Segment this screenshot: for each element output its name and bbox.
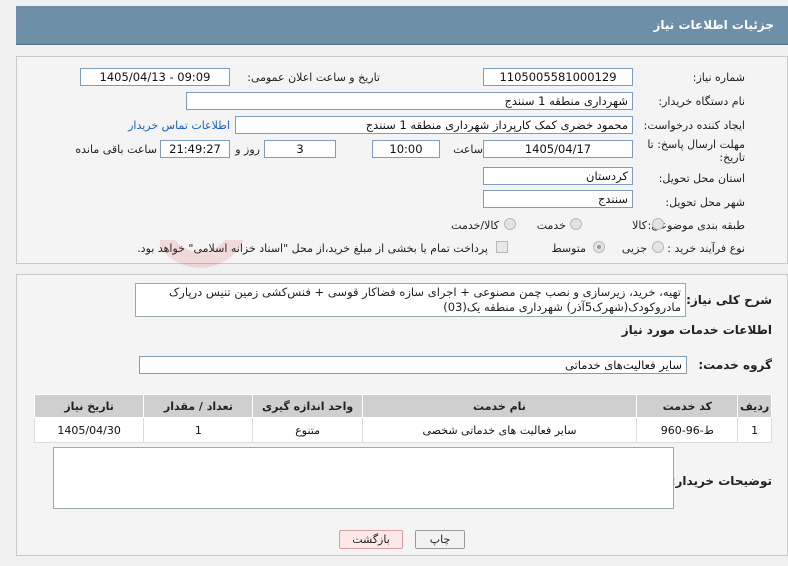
creator-label: ایجاد کننده درخواست: <box>643 119 745 132</box>
buyer-org-label: نام دستگاه خریدار: <box>658 95 745 108</box>
col-service-name: نام خدمت <box>361 394 638 418</box>
summary-textarea[interactable]: تهیه، خرید، زیرسازی و نصب چمن مصنوعی + ا… <box>135 283 686 317</box>
need-date-cell: 1405/04/30 <box>33 417 145 443</box>
province-field[interactable]: کردستان <box>483 167 633 185</box>
unit-cell: متنوع <box>252 417 363 443</box>
city-label: شهر محل تحویل: <box>665 196 745 209</box>
services-table: ردیف کد خدمت نام خدمت واحد اندازه گیری ت… <box>33 394 772 443</box>
back-button[interactable]: بازگشت <box>339 530 403 549</box>
col-need-date: تاریخ نیاز <box>33 394 145 418</box>
col-quantity: تعداد / مقدار <box>143 394 254 418</box>
services-section-title: اطلاعات خدمات مورد نیاز <box>621 323 772 337</box>
province-label: استان محل تحویل: <box>658 172 745 185</box>
buyer-contact-link[interactable]: اطلاعات تماس خریدار <box>128 119 230 132</box>
remaining-time-field[interactable]: 21:49:27 <box>160 140 230 158</box>
announce-datetime-field[interactable]: 1405/04/13 - 09:09 <box>80 68 230 86</box>
category-service-label: خدمت <box>536 219 566 232</box>
deadline-time-label: ساعت <box>453 143 483 156</box>
need-number-label: شماره نیاز: <box>692 71 745 84</box>
page-header: جزئیات اطلاعات نیاز <box>16 6 788 45</box>
row-number-cell: 1 <box>737 417 772 443</box>
city-field[interactable]: سنندج <box>483 190 633 208</box>
service-group-field[interactable]: سایر فعالیت‌های خدماتی <box>139 356 687 374</box>
service-code-cell: ط-96-960 <box>636 417 739 443</box>
deadline-time-field[interactable]: 10:00 <box>372 140 440 158</box>
summary-label: شرح کلی نیاز: <box>686 293 772 307</box>
table-header-row: ردیف کد خدمت نام خدمت واحد اندازه گیری ت… <box>33 394 772 418</box>
remaining-time-label: ساعت باقی مانده <box>75 143 157 156</box>
service-group-label: گروه خدمت: <box>698 358 772 372</box>
deadline-label: مهلت ارسال پاسخ: تا تاریخ: <box>647 138 745 164</box>
buyer-notes-label: توضیحات خریدار: <box>670 474 772 488</box>
days-label: روز و <box>235 143 260 156</box>
category-goods-label: کالا <box>632 219 647 232</box>
table-row: 1 ط-96-960 سایر فعالیت های خدماتی شخصی م… <box>33 417 772 443</box>
process-minor-radio[interactable] <box>652 241 664 253</box>
process-minor-label: جزیی <box>621 242 647 255</box>
buyer-org-field[interactable]: شهرداری منطقه 1 سنندج <box>186 92 633 110</box>
announce-datetime-label: تاریخ و ساعت اعلان عمومی: <box>247 71 380 84</box>
service-name-cell: سایر فعالیت های خدماتی شخصی <box>361 417 638 443</box>
category-goods-service-label: کالا/خدمت <box>451 219 499 232</box>
need-number-field[interactable]: 1105005581000129 <box>483 68 633 86</box>
page-title: جزئیات اطلاعات نیاز <box>653 18 774 32</box>
buyer-notes-textarea[interactable] <box>53 447 674 509</box>
remaining-days-field[interactable]: 3 <box>264 140 336 158</box>
category-goods-service-radio[interactable] <box>504 218 516 230</box>
quantity-cell: 1 <box>143 417 254 443</box>
creator-field[interactable]: محمود خضری کمک کارپرداز شهرداری منطقه 1 … <box>235 116 633 134</box>
deadline-date-field[interactable]: 1405/04/17 <box>483 140 633 158</box>
process-label: نوع فرآیند خرید : <box>667 242 745 255</box>
print-button[interactable]: چاپ <box>415 530 465 549</box>
col-service-code: کد خدمت <box>636 394 739 418</box>
category-service-radio[interactable] <box>570 218 582 230</box>
category-goods-radio[interactable] <box>652 218 664 230</box>
col-unit: واحد اندازه گیری <box>252 394 363 418</box>
col-row-number: ردیف <box>737 394 772 418</box>
